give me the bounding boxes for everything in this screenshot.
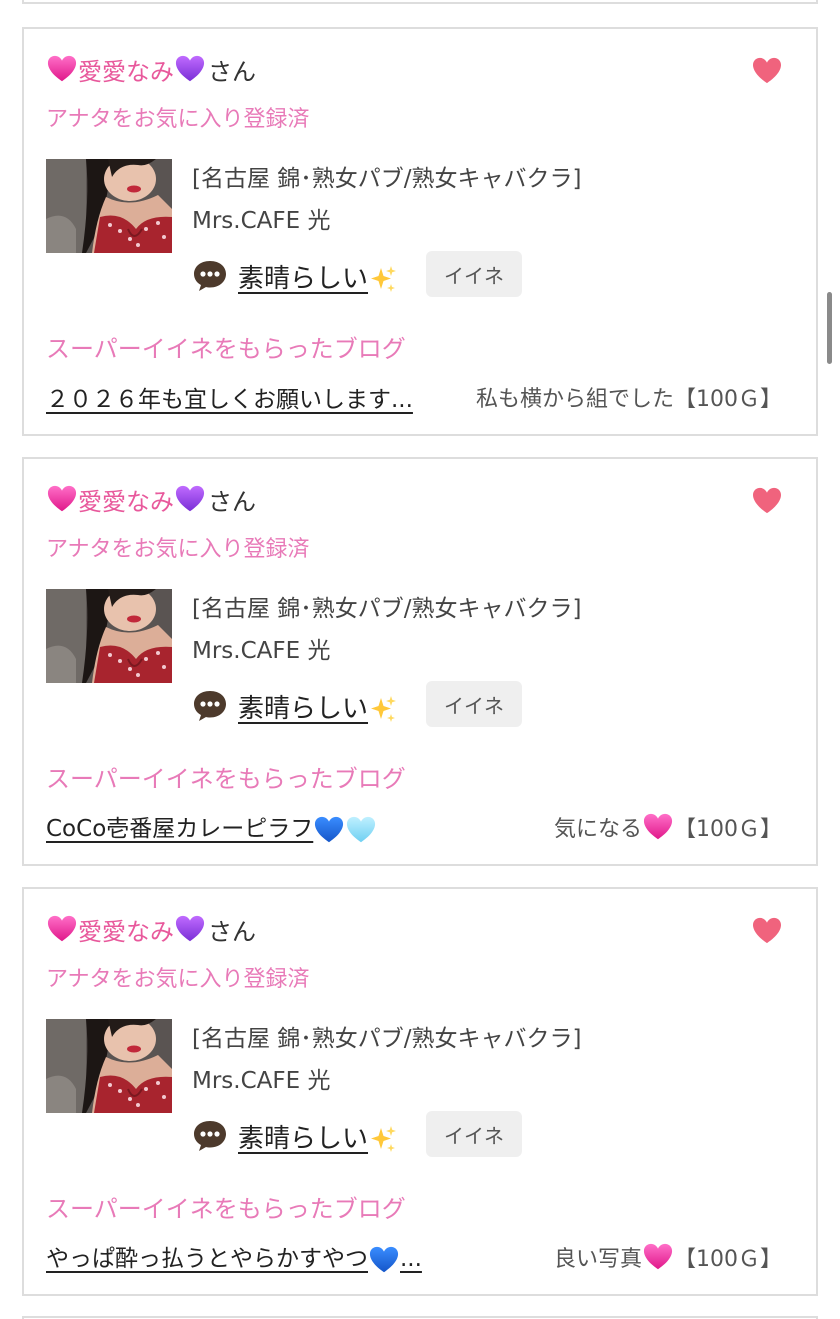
favorite-status: アナタをお気に入り登録済	[46, 107, 310, 132]
user-name-row[interactable]: 愛愛なみ さん	[46, 49, 256, 89]
user-name-row[interactable]: 愛愛なみ さん	[46, 479, 256, 519]
blog-comment: 私も横から組でした 【100Ｇ】	[476, 381, 782, 413]
blog-title-link[interactable]: CoCo壱番屋カレーピラフ	[46, 809, 377, 845]
light-blue-heart-icon	[346, 815, 376, 845]
comment-row: 素晴らしい	[192, 253, 398, 299]
heart-icon[interactable]	[752, 917, 782, 945]
blog-heading: スーパーイイネをもらったブログ	[46, 335, 406, 363]
comment-link[interactable]: 素晴らしい	[238, 688, 398, 725]
purple-heart-icon	[175, 914, 205, 944]
honorific: さん	[208, 487, 256, 516]
blue-heart-icon	[314, 815, 344, 845]
blog-heading: スーパーイイネをもらったブログ	[46, 765, 406, 793]
pink-heart-icon	[643, 1242, 673, 1272]
scrollbar[interactable]	[827, 292, 832, 364]
pink-heart-icon	[47, 914, 77, 944]
blog-heading: スーパーイイネをもらったブログ	[46, 1195, 406, 1223]
purple-heart-icon	[175, 484, 205, 514]
comment-row: 素晴らしい	[192, 683, 398, 729]
comment-text: 素晴らしい	[238, 693, 369, 724]
blue-heart-icon	[369, 1245, 399, 1275]
pink-heart-icon	[643, 812, 673, 842]
user-card: 愛愛なみ さん アナタをお気に入り登録済 [名古屋 錦･熟女パブ/熟女キャバクラ…	[22, 457, 818, 866]
user-name: 愛愛なみ	[78, 57, 174, 86]
user-card: 愛愛なみ さん アナタをお気に入り登録済 [名古屋 錦･熟女パブ/熟女キャバクラ…	[22, 887, 818, 1296]
sparkles-icon	[371, 696, 397, 722]
sparkles-icon	[371, 266, 397, 292]
speech-bubble-icon	[194, 261, 226, 291]
shop-name: Mrs.CAFE 光	[192, 208, 331, 234]
shop-name: Mrs.CAFE 光	[192, 1068, 331, 1094]
previous-card-edge	[22, 0, 818, 4]
shop-name: Mrs.CAFE 光	[192, 638, 331, 664]
blog-comment: 気になる 【100Ｇ】	[554, 811, 782, 843]
user-name: 愛愛なみ	[78, 487, 174, 516]
blog-row: CoCo壱番屋カレーピラフ 気になる 【100Ｇ】	[46, 807, 782, 847]
blog-title-text: やっぱ酔っ払うとやらかすやつ	[46, 1246, 368, 1273]
profile-photo[interactable]	[46, 1019, 172, 1113]
blog-comment-text: 良い写真	[553, 1247, 642, 1272]
honorific: さん	[208, 917, 256, 946]
honorific: さん	[208, 57, 256, 86]
heart-icon[interactable]	[752, 487, 782, 515]
purple-heart-icon	[175, 54, 205, 84]
iine-button[interactable]: イイネ	[426, 1111, 522, 1157]
pink-heart-icon	[47, 54, 77, 84]
pink-heart-icon	[47, 484, 77, 514]
iine-button[interactable]: イイネ	[426, 251, 522, 297]
blog-title-link[interactable]: ２０２６年も宜しくお願いします...	[46, 380, 413, 414]
comment-link[interactable]: 素晴らしい	[238, 258, 398, 295]
user-name-row[interactable]: 愛愛なみ さん	[46, 909, 256, 949]
blog-title-ellipsis: ...	[400, 1246, 422, 1273]
blog-comment-text: 私も横から組でした	[475, 387, 674, 412]
favorite-status: アナタをお気に入り登録済	[46, 537, 310, 562]
profile-photo[interactable]	[46, 159, 172, 253]
reward-amount: 【100Ｇ】	[674, 387, 782, 412]
shop-category: [名古屋 錦･熟女パブ/熟女キャバクラ]	[192, 1026, 582, 1052]
blog-title-link[interactable]: やっぱ酔っ払うとやらかすやつ...	[46, 1239, 422, 1275]
blog-comment: 良い写真 【100Ｇ】	[554, 1241, 782, 1273]
comment-link[interactable]: 素晴らしい	[238, 1118, 398, 1155]
reward-amount: 【100Ｇ】	[674, 1247, 782, 1272]
profile-photo[interactable]	[46, 589, 172, 683]
sparkles-icon	[371, 1126, 397, 1152]
comment-text: 素晴らしい	[238, 263, 369, 294]
comment-row: 素晴らしい	[192, 1113, 398, 1159]
favorite-status: アナタをお気に入り登録済	[46, 967, 310, 992]
comment-text: 素晴らしい	[238, 1123, 369, 1154]
shop-category: [名古屋 錦･熟女パブ/熟女キャバクラ]	[192, 166, 582, 192]
iine-button[interactable]: イイネ	[426, 681, 522, 727]
reward-amount: 【100Ｇ】	[674, 817, 782, 842]
speech-bubble-icon	[194, 1121, 226, 1151]
blog-row: やっぱ酔っ払うとやらかすやつ... 良い写真 【100Ｇ】	[46, 1237, 782, 1277]
user-card: 愛愛なみ さん アナタをお気に入り登録済 [名古屋 錦･熟女パブ/熟女キャバクラ…	[22, 27, 818, 436]
blog-comment-text: 気になる	[553, 817, 642, 842]
heart-icon[interactable]	[752, 57, 782, 85]
favorites-feed: 愛愛なみ さん アナタをお気に入り登録済 [名古屋 錦･熟女パブ/熟女キャバクラ…	[0, 0, 840, 1319]
blog-title-text: CoCo壱番屋カレーピラフ	[46, 816, 314, 843]
shop-category: [名古屋 錦･熟女パブ/熟女キャバクラ]	[192, 596, 582, 622]
speech-bubble-icon	[194, 691, 226, 721]
user-name: 愛愛なみ	[78, 917, 174, 946]
blog-row: ２０２６年も宜しくお願いします... 私も横から組でした 【100Ｇ】	[46, 377, 782, 417]
